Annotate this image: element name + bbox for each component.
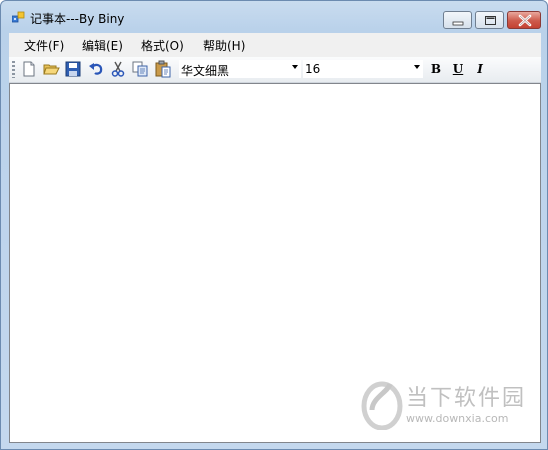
menu-help[interactable]: 帮助(H) <box>203 37 245 54</box>
toolbar: 华文细黑 16 B U I <box>9 57 541 83</box>
minimize-icon <box>452 21 464 26</box>
cut-button[interactable] <box>109 60 127 78</box>
menu-format[interactable]: 格式(O) <box>141 37 184 54</box>
italic-button[interactable]: I <box>471 61 489 79</box>
save-icon <box>65 61 81 77</box>
font-size-dropdown-icon[interactable] <box>414 65 420 69</box>
app-icon <box>11 11 25 24</box>
new-file-icon <box>23 61 35 77</box>
paste-button[interactable] <box>154 60 172 78</box>
minimize-button[interactable] <box>443 11 472 29</box>
watermark: 当下软件园 www.downxia.com <box>360 378 530 434</box>
close-icon <box>518 14 532 27</box>
cut-icon <box>111 61 125 77</box>
bold-button[interactable]: B <box>427 61 445 79</box>
copy-icon <box>132 61 148 77</box>
save-button[interactable] <box>64 60 82 78</box>
watermark-url: www.downxia.com <box>406 412 509 425</box>
close-button[interactable] <box>507 11 541 29</box>
menu-edit[interactable]: 编辑(E) <box>82 37 123 54</box>
open-folder-icon <box>43 64 60 75</box>
font-name-select[interactable]: 华文细黑 <box>179 60 301 78</box>
menu-bar: 文件(F) 编辑(E) 格式(O) 帮助(H) <box>9 33 541 57</box>
maximize-icon <box>485 16 496 25</box>
maximize-button[interactable] <box>475 11 504 29</box>
underline-button[interactable]: U <box>449 61 467 79</box>
new-file-button[interactable] <box>20 60 38 78</box>
paste-icon <box>155 60 171 78</box>
undo-button[interactable] <box>87 60 105 78</box>
undo-icon <box>89 63 103 75</box>
font-size-value: 16 <box>305 62 321 76</box>
title-bar[interactable]: 记事本---By Biny <box>1 1 547 33</box>
watermark-text: 当下软件园 <box>406 386 527 411</box>
font-name-value: 华文细黑 <box>181 64 230 78</box>
toolbar-grip[interactable] <box>12 61 15 78</box>
watermark-logo-icon <box>361 381 403 430</box>
font-name-dropdown-icon[interactable] <box>292 65 298 69</box>
font-size-select[interactable]: 16 <box>303 60 423 78</box>
open-button[interactable] <box>42 60 60 78</box>
window-title: 记事本---By Biny <box>30 12 125 26</box>
menu-file[interactable]: 文件(F) <box>24 37 64 54</box>
copy-button[interactable] <box>131 60 149 78</box>
